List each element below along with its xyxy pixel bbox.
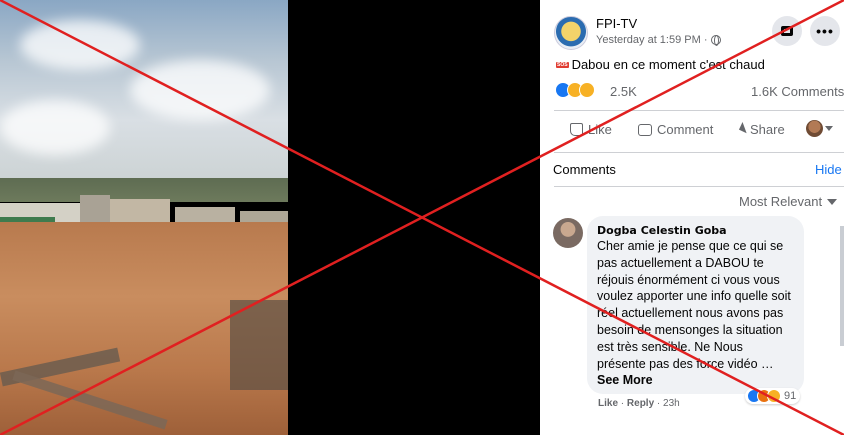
black-band: [288, 0, 540, 435]
comment-text: Cher amie je pense que ce qui se pas act…: [597, 238, 794, 389]
divider: [554, 110, 844, 111]
reaction-icons[interactable]: [555, 82, 595, 98]
post-text: SOS Dabou en ce moment c'est chaud: [556, 57, 765, 72]
comments-heading: Comments: [553, 162, 616, 177]
scrollbar[interactable]: [840, 226, 844, 346]
like-button[interactable]: Like: [570, 122, 612, 137]
post-timestamp[interactable]: Yesterday at 1:59 PM ·: [596, 34, 708, 46]
reaction-identity-selector[interactable]: [806, 120, 833, 137]
globe-icon: [710, 35, 721, 46]
comment-bubble: Dogba Celestin Goba Cher amie je pense q…: [587, 216, 804, 394]
video-buildings: [0, 195, 288, 225]
comment-reaction-count: 91: [784, 390, 797, 402]
comment-actions: Like · Reply · 23h: [598, 398, 680, 409]
video-cloud: [0, 100, 110, 155]
chevron-down-icon: [827, 198, 838, 205]
video-frame[interactable]: [0, 0, 288, 435]
post-text-content: Dabou en ce moment c'est chaud: [571, 57, 765, 72]
share-button[interactable]: Share: [729, 121, 785, 138]
sort-label: Most Relevant: [739, 194, 823, 209]
share-label: Share: [750, 122, 785, 137]
page-avatar[interactable]: [554, 16, 588, 50]
messenger-icon[interactable]: [772, 16, 802, 46]
comment-author[interactable]: Dogba Celestin Goba: [597, 224, 794, 237]
video-debris: [230, 300, 288, 390]
comment-body: Cher amie je pense que ce qui se pas act…: [597, 239, 791, 371]
reaction-count[interactable]: 2.5K: [610, 84, 637, 99]
video-cloud: [20, 20, 140, 70]
comment-like-link[interactable]: Like: [598, 398, 618, 409]
like-label: Like: [588, 122, 612, 137]
comment-bubble-icon: [638, 123, 652, 136]
post-meta: Yesterday at 1:59 PM ·: [596, 34, 721, 46]
chevron-down-icon: [825, 126, 833, 131]
comment-age[interactable]: 23h: [663, 398, 680, 409]
video-cloud: [130, 60, 270, 120]
comment-label: Comment: [657, 122, 714, 137]
divider: [554, 152, 844, 153]
share-arrow-icon: [729, 121, 747, 138]
divider: [554, 186, 844, 187]
page-name[interactable]: FPI-TV: [596, 16, 637, 31]
hide-comments-link[interactable]: Hide: [815, 162, 842, 177]
sos-emoji-icon: SOS: [556, 61, 569, 68]
comment-reactions[interactable]: 91: [745, 388, 801, 404]
user-avatar: [806, 120, 823, 137]
commenter-avatar[interactable]: [553, 218, 583, 248]
more-options-icon[interactable]: •••: [810, 16, 840, 46]
comment-count[interactable]: 1.6K Comments: [751, 84, 844, 99]
facebook-post: FPI-TV Yesterday at 1:59 PM · ••• SOS Da…: [540, 0, 844, 435]
haha-reaction-icon: [767, 389, 781, 403]
see-more-link[interactable]: See More: [597, 373, 653, 387]
comment-reply-link[interactable]: Reply: [627, 398, 654, 409]
comment-sort-selector[interactable]: Most Relevant: [739, 194, 838, 209]
wow-reaction-icon: [579, 82, 595, 98]
comment-button[interactable]: Comment: [638, 122, 713, 137]
thumbs-up-icon: [570, 123, 583, 136]
